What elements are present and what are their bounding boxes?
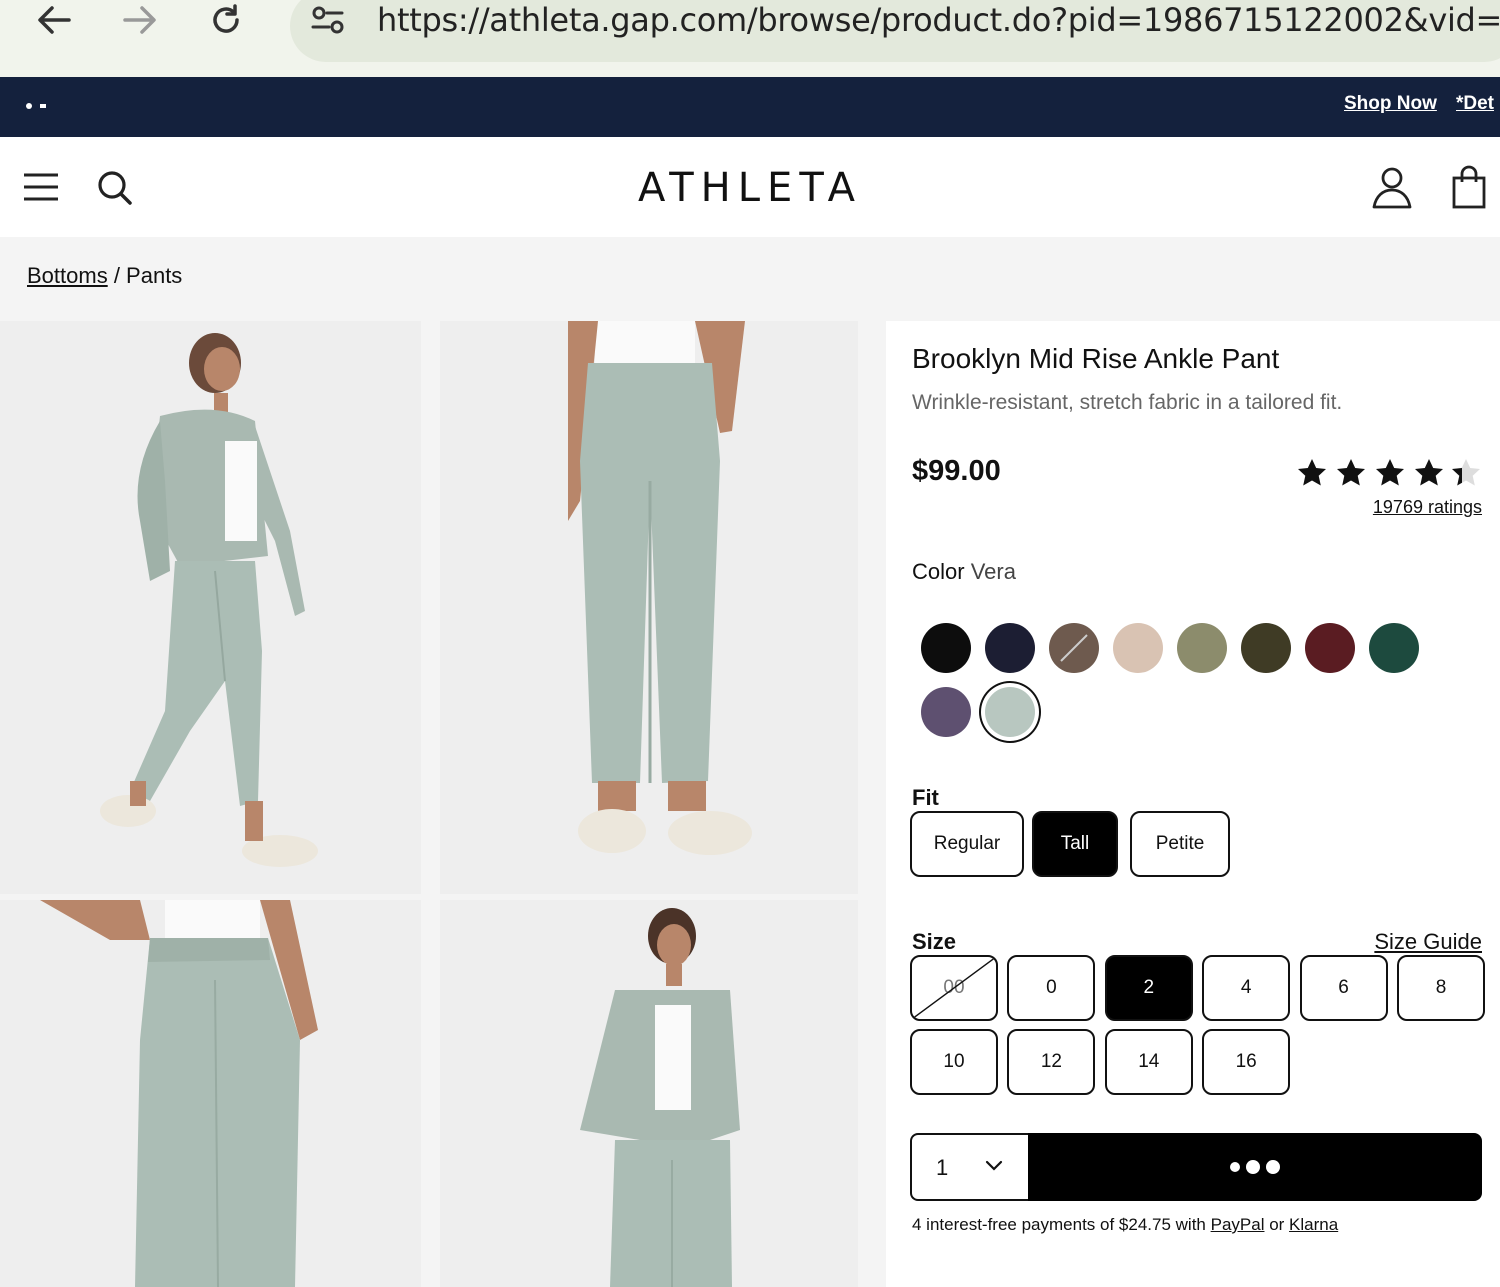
size-option-8[interactable]: 8 bbox=[1397, 955, 1485, 1021]
size-option-label: 12 bbox=[1040, 1051, 1062, 1072]
shop-now-link[interactable]: Shop Now bbox=[1344, 93, 1437, 115]
payment-info: 4 interest-free payments of $24.75 with … bbox=[912, 1215, 1338, 1235]
account-icon[interactable] bbox=[1370, 165, 1414, 209]
banner-dot bbox=[40, 104, 46, 108]
banner-dot bbox=[26, 103, 32, 109]
size-option-label: 4 bbox=[1240, 977, 1252, 998]
site-settings-icon[interactable] bbox=[306, 0, 350, 40]
unavailable-slash-icon bbox=[912, 957, 996, 1019]
breadcrumb-bottoms-link[interactable]: Bottoms bbox=[27, 263, 108, 288]
size-option-label: 6 bbox=[1338, 977, 1349, 998]
unavailable-slash-icon bbox=[1060, 634, 1088, 662]
ratings-link[interactable]: 19769 ratings bbox=[1373, 497, 1482, 518]
fit-option-tall[interactable]: Tall bbox=[1032, 811, 1118, 877]
athleta-logo[interactable]: ATHLETA bbox=[0, 165, 1500, 211]
size-guide-link[interactable]: Size Guide bbox=[1374, 929, 1482, 955]
quantity-value: 1 bbox=[936, 1155, 949, 1180]
size-option-label: 14 bbox=[1138, 1051, 1160, 1072]
color-swatch[interactable] bbox=[1113, 623, 1163, 673]
star-icon bbox=[1415, 459, 1443, 486]
color-swatch[interactable] bbox=[1177, 623, 1227, 673]
size-option-label: 2 bbox=[1143, 977, 1155, 998]
chevron-down-icon bbox=[984, 1159, 1004, 1178]
size-option-label: 8 bbox=[1435, 977, 1447, 998]
back-icon[interactable] bbox=[30, 0, 78, 40]
loading-dot bbox=[1246, 1160, 1260, 1174]
fit-option-petite[interactable]: Petite bbox=[1130, 811, 1230, 877]
color-swatch[interactable] bbox=[1241, 623, 1291, 673]
details-link[interactable]: *Det bbox=[1456, 93, 1494, 115]
size-option-16[interactable]: 16 bbox=[1202, 1029, 1291, 1095]
url-text[interactable]: https://athleta.gap.com/browse/product.d… bbox=[377, 0, 1500, 40]
payment-or: or bbox=[1264, 1215, 1290, 1234]
color-label: Color Vera bbox=[912, 559, 1016, 585]
product-image-3[interactable] bbox=[0, 900, 421, 1287]
reload-icon[interactable] bbox=[202, 0, 250, 40]
color-label-text: Color bbox=[912, 559, 965, 584]
breadcrumb-pants[interactable]: Pants bbox=[126, 263, 182, 288]
size-option-12[interactable]: 12 bbox=[1007, 1029, 1096, 1095]
product-image-1[interactable] bbox=[0, 321, 421, 894]
star-icon bbox=[1376, 459, 1404, 486]
size-option-4[interactable]: 4 bbox=[1202, 955, 1291, 1021]
product-page: Bottoms / Pants Brooklyn Mid Rise Ankle … bbox=[0, 237, 1500, 1287]
color-swatch[interactable] bbox=[1049, 623, 1099, 673]
star-icon bbox=[1337, 459, 1365, 486]
loading-dot bbox=[1230, 1162, 1240, 1172]
add-to-bag-button[interactable] bbox=[1028, 1133, 1482, 1201]
color-swatch[interactable] bbox=[921, 623, 971, 673]
color-swatch[interactable] bbox=[921, 687, 971, 737]
color-swatch[interactable] bbox=[985, 687, 1035, 737]
breadcrumb: Bottoms / Pants bbox=[27, 263, 182, 289]
color-swatch[interactable] bbox=[985, 623, 1035, 673]
browser-toolbar: https://athleta.gap.com/browse/product.d… bbox=[0, 0, 1500, 77]
product-subtitle: Wrinkle-resistant, stretch fabric in a t… bbox=[912, 391, 1343, 414]
size-option-10[interactable]: 10 bbox=[910, 1029, 998, 1095]
size-option-label: 16 bbox=[1235, 1051, 1257, 1072]
klarna-link[interactable]: Klarna bbox=[1289, 1215, 1338, 1234]
size-option-label: 0 bbox=[1046, 977, 1057, 998]
promo-banner: Shop Now *Det bbox=[0, 77, 1500, 137]
quantity-select[interactable]: 1 bbox=[910, 1133, 1028, 1201]
forward-icon[interactable] bbox=[116, 0, 164, 40]
size-option-6[interactable]: 6 bbox=[1299, 955, 1388, 1021]
shopping-bag-icon[interactable] bbox=[1450, 165, 1490, 209]
size-option-2[interactable]: 2 bbox=[1104, 955, 1193, 1021]
product-image-2[interactable] bbox=[440, 321, 858, 894]
star-rating[interactable] bbox=[1296, 455, 1486, 495]
product-title: Brooklyn Mid Rise Ankle Pant bbox=[912, 343, 1280, 374]
site-header: ATHLETA bbox=[0, 137, 1500, 237]
fit-label: Fit bbox=[912, 785, 939, 810]
color-swatch[interactable] bbox=[1305, 623, 1355, 673]
star-icon bbox=[1298, 459, 1326, 486]
color-value: Vera bbox=[970, 559, 1016, 584]
product-price: $99.00 bbox=[912, 455, 1001, 487]
paypal-link[interactable]: PayPal bbox=[1211, 1215, 1265, 1234]
size-label: Size bbox=[912, 929, 957, 954]
size-option-label: 10 bbox=[943, 1051, 965, 1072]
breadcrumb-separator: / bbox=[107, 263, 127, 288]
product-image-4[interactable] bbox=[440, 900, 858, 1287]
payment-text: 4 interest-free payments of $24.75 with bbox=[912, 1215, 1211, 1234]
size-option-0[interactable]: 0 bbox=[1007, 955, 1096, 1021]
size-option-14[interactable]: 14 bbox=[1104, 1029, 1193, 1095]
product-details-panel: Brooklyn Mid Rise Ankle Pant Wrinkle-res… bbox=[886, 321, 1500, 1287]
fit-option-regular[interactable]: Regular bbox=[910, 811, 1024, 877]
color-swatch[interactable] bbox=[1369, 623, 1419, 673]
size-option-00[interactable]: 00 bbox=[910, 955, 998, 1021]
loading-dot bbox=[1266, 1160, 1280, 1174]
